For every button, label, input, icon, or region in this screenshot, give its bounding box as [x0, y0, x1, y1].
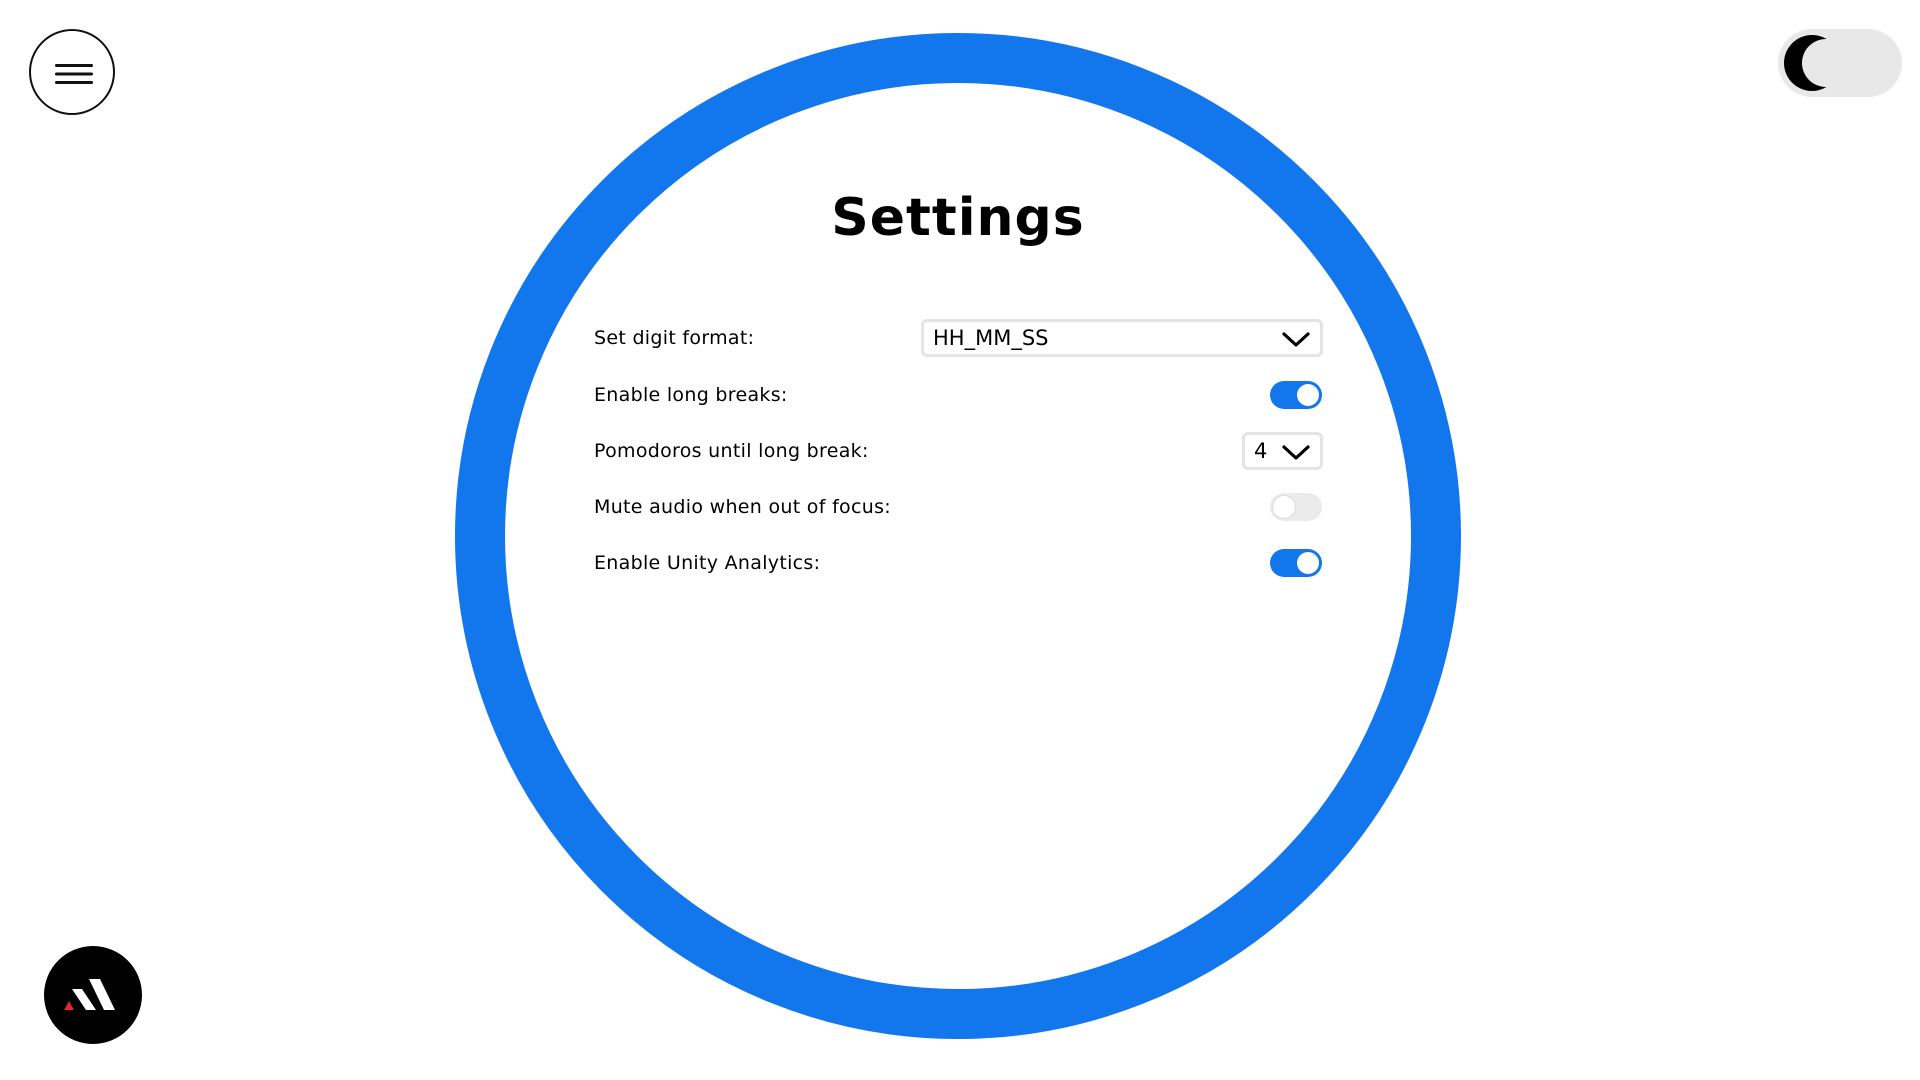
brand-logo-icon	[64, 979, 115, 1010]
mute-audio-label: Mute audio when out of focus:	[594, 496, 891, 518]
page-title: Settings	[831, 188, 1085, 248]
long-breaks-toggle[interactable]	[1270, 381, 1322, 409]
digit-format-dropdown[interactable]: HH_MM_SS	[921, 319, 1323, 357]
crescent-moon-icon	[1784, 35, 1840, 91]
toggle-knob	[1297, 552, 1319, 574]
long-breaks-label: Enable long breaks:	[594, 384, 788, 406]
pomodoros-until-long-break-value: 4	[1254, 439, 1268, 463]
digit-format-value: HH_MM_SS	[933, 326, 1049, 350]
toggle-knob	[1297, 384, 1319, 406]
pomodoros-until-long-break-label: Pomodoros until long break:	[594, 440, 869, 462]
hamburger-menu-icon	[55, 64, 93, 84]
pomodoros-until-long-break-dropdown[interactable]: 4	[1242, 432, 1323, 470]
digit-format-label: Set digit format:	[594, 327, 755, 349]
unity-analytics-toggle[interactable]	[1270, 549, 1322, 577]
mute-audio-toggle[interactable]	[1270, 493, 1322, 521]
brand-logo[interactable]	[44, 946, 142, 1044]
unity-analytics-label: Enable Unity Analytics:	[594, 552, 821, 574]
theme-toggle[interactable]	[1778, 29, 1902, 97]
chevron-down-icon	[1282, 445, 1310, 460]
menu-button[interactable]	[29, 29, 115, 115]
settings-page: Settings Set digit format: HH_MM_SS Enab…	[0, 0, 1920, 1080]
toggle-knob	[1273, 496, 1295, 518]
chevron-down-icon	[1282, 332, 1310, 347]
